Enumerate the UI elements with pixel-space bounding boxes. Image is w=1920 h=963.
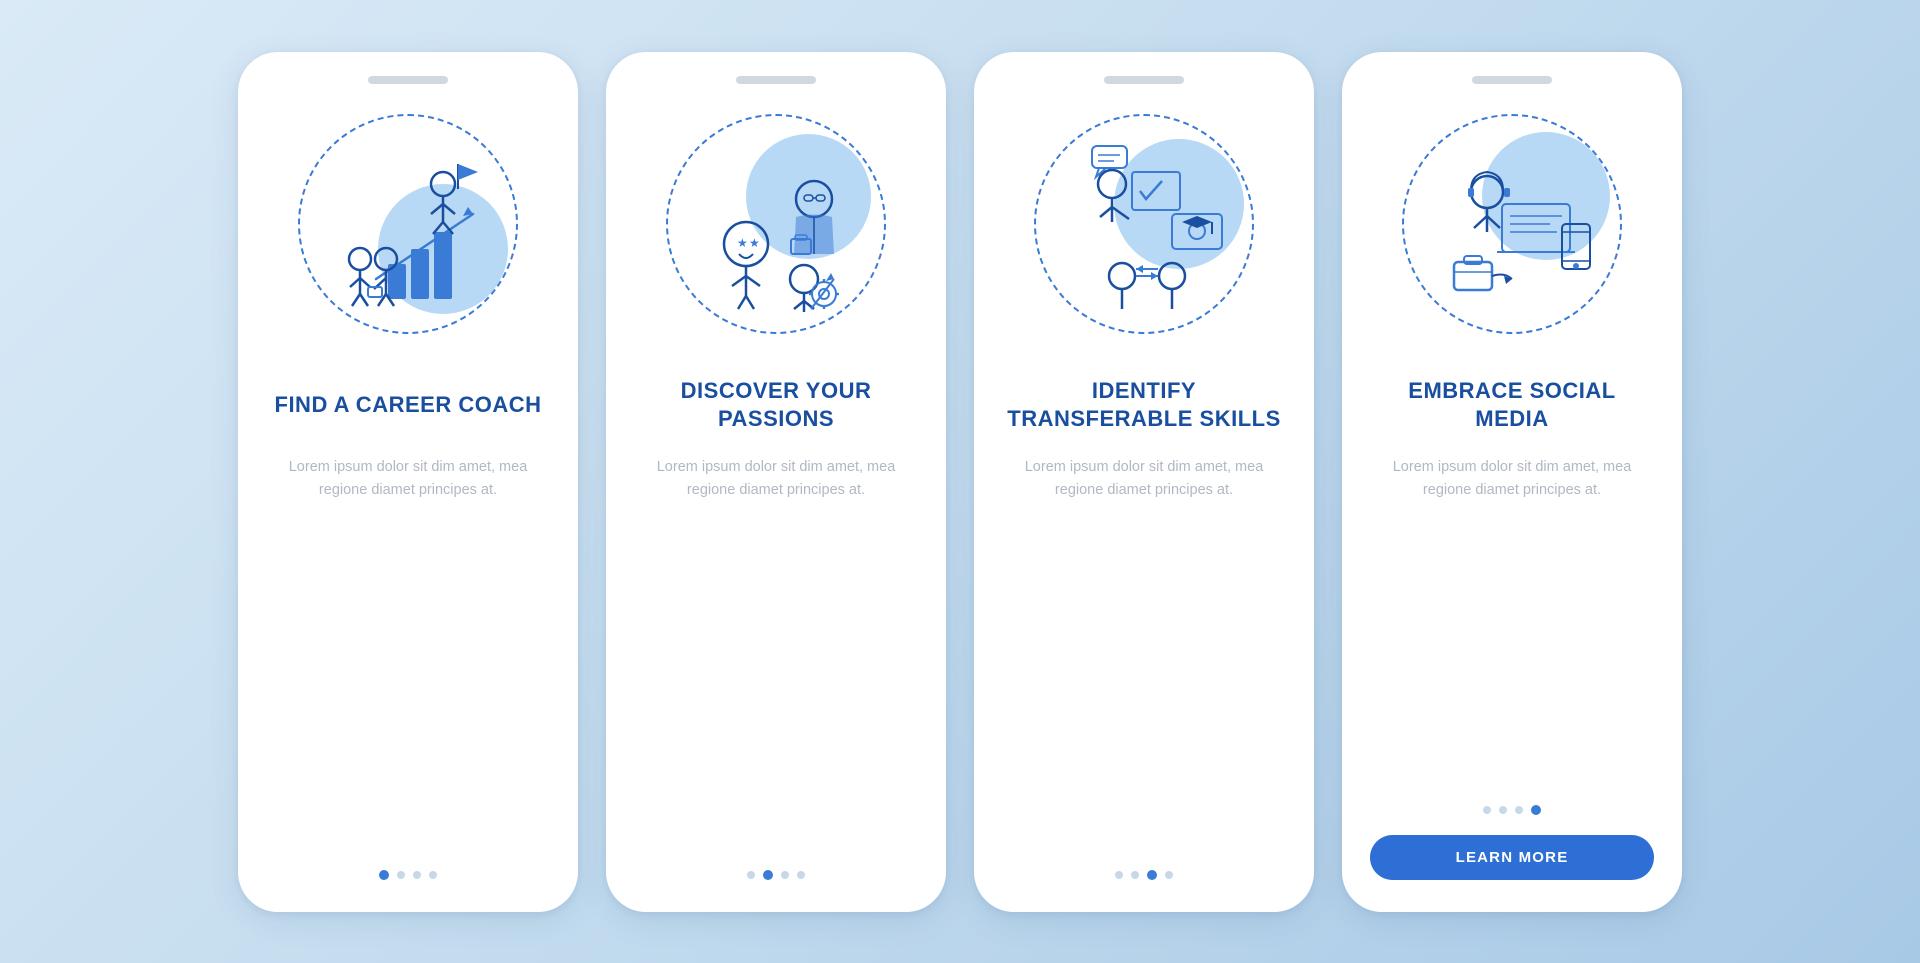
dot-2 (763, 870, 773, 880)
phone-discover-passions: ★ ★ (606, 52, 946, 912)
dot-3 (1515, 806, 1523, 814)
phone-notch (368, 76, 448, 84)
card-title-social-media: EMBRACE SOCIAL MEDIA (1370, 372, 1654, 438)
card-description-career-coach: Lorem ipsum dolor sit dim amet, mea regi… (266, 456, 550, 846)
phone-transferable-skills: IDENTIFY TRANSFERABLE SKILLS Lorem ipsum… (974, 52, 1314, 912)
phone-notch (736, 76, 816, 84)
dots-skills (1115, 870, 1173, 880)
dot-1 (1115, 871, 1123, 879)
dot-2 (1499, 806, 1507, 814)
learn-more-button[interactable]: LEARN MORE (1370, 835, 1654, 880)
phone-social-media: EMBRACE SOCIAL MEDIA Lorem ipsum dolor s… (1342, 52, 1682, 912)
dot-4 (1531, 805, 1541, 815)
illustration-skills (1024, 104, 1264, 344)
card-title-skills: IDENTIFY TRANSFERABLE SKILLS (1002, 372, 1286, 438)
dot-3 (781, 871, 789, 879)
card-title-career-coach: FIND A CAREER COACH (275, 372, 542, 438)
dot-3 (1147, 870, 1157, 880)
dot-4 (797, 871, 805, 879)
illustration-career-coach (288, 104, 528, 344)
dot-3 (413, 871, 421, 879)
phone-notch (1104, 76, 1184, 84)
illustration-social-media (1392, 104, 1632, 344)
phone-career-coach: FIND A CAREER COACH Lorem ipsum dolor si… (238, 52, 578, 912)
dot-1 (747, 871, 755, 879)
dot-1 (1483, 806, 1491, 814)
phones-container: FIND A CAREER COACH Lorem ipsum dolor si… (198, 12, 1722, 952)
dots-career-coach (379, 870, 437, 880)
dot-2 (397, 871, 405, 879)
dots-social-media (1483, 805, 1541, 815)
card-title-passions: DISCOVER YOUR PASSIONS (634, 372, 918, 438)
dot-1 (379, 870, 389, 880)
card-description-social-media: Lorem ipsum dolor sit dim amet, mea regi… (1370, 456, 1654, 781)
dot-2 (1131, 871, 1139, 879)
card-description-passions: Lorem ipsum dolor sit dim amet, mea regi… (634, 456, 918, 846)
svg-text:★: ★ (749, 236, 760, 250)
phone-notch (1472, 76, 1552, 84)
dot-4 (429, 871, 437, 879)
card-description-skills: Lorem ipsum dolor sit dim amet, mea regi… (1002, 456, 1286, 846)
illustration-passions: ★ ★ (656, 104, 896, 344)
dot-4 (1165, 871, 1173, 879)
svg-text:★: ★ (737, 236, 748, 250)
dots-passions (747, 870, 805, 880)
